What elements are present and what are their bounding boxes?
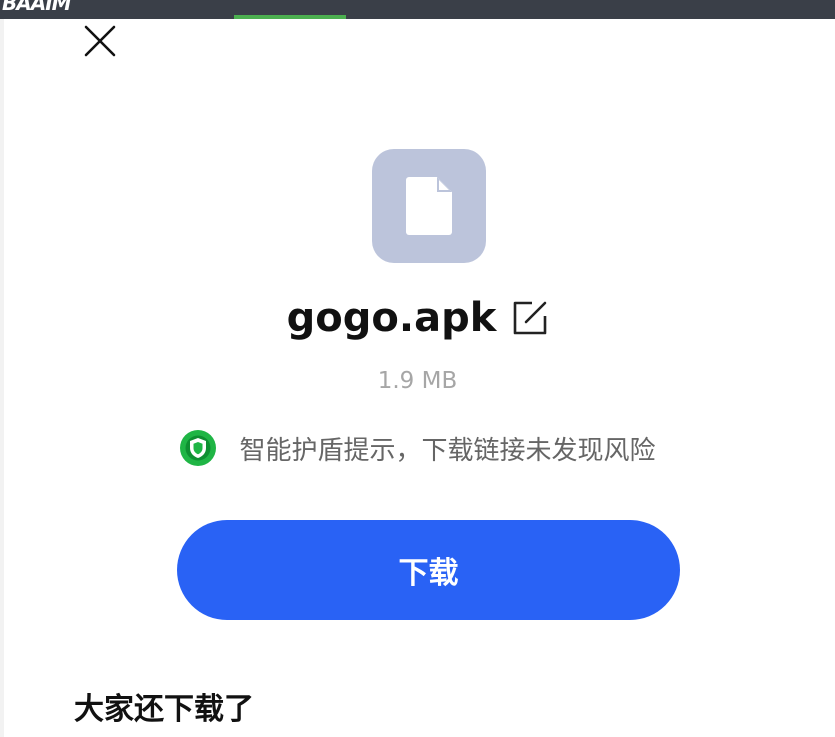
- file-type-icon: [372, 149, 486, 263]
- security-notice: 智能护盾提示，下载链接未发现风险: [0, 428, 835, 468]
- file-size: 1.9 MB: [377, 368, 458, 394]
- edit-icon[interactable]: [512, 300, 548, 336]
- file-icon: [406, 177, 452, 235]
- top-status-bar: BAAIM: [0, 0, 835, 19]
- recommend-section-title: 大家还下载了: [74, 692, 254, 727]
- filename-row: gogo.apk: [0, 290, 835, 346]
- app-logo: BAAIM: [2, 0, 72, 15]
- close-button[interactable]: [82, 23, 118, 59]
- download-button[interactable]: 下载: [177, 520, 680, 620]
- security-message: 智能护盾提示，下载链接未发现风险: [239, 435, 656, 466]
- close-icon: [84, 25, 116, 57]
- shield-icon: [180, 430, 217, 466]
- file-name: gogo.apk: [286, 295, 497, 341]
